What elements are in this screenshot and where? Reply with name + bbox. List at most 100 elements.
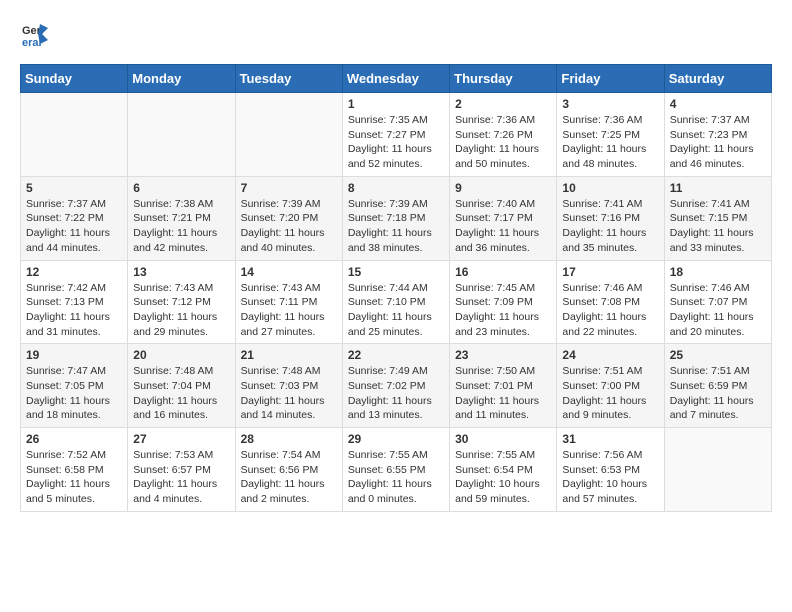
calendar-cell: 21 Sunrise: 7:48 AMSunset: 7:03 PMDaylig… bbox=[235, 344, 342, 428]
day-info: Sunrise: 7:42 AMSunset: 7:13 PMDaylight:… bbox=[26, 281, 122, 340]
day-number: 11 bbox=[670, 181, 766, 195]
calendar-cell: 11 Sunrise: 7:41 AMSunset: 7:15 PMDaylig… bbox=[664, 176, 771, 260]
day-info: Sunrise: 7:45 AMSunset: 7:09 PMDaylight:… bbox=[455, 281, 551, 340]
day-number: 4 bbox=[670, 97, 766, 111]
day-number: 13 bbox=[133, 265, 229, 279]
day-number: 7 bbox=[241, 181, 337, 195]
day-info: Sunrise: 7:37 AMSunset: 7:22 PMDaylight:… bbox=[26, 197, 122, 256]
day-number: 21 bbox=[241, 348, 337, 362]
weekday-header-saturday: Saturday bbox=[664, 65, 771, 93]
day-info: Sunrise: 7:51 AMSunset: 6:59 PMDaylight:… bbox=[670, 364, 766, 423]
calendar-body: 1 Sunrise: 7:35 AMSunset: 7:27 PMDayligh… bbox=[21, 93, 772, 512]
day-info: Sunrise: 7:49 AMSunset: 7:02 PMDaylight:… bbox=[348, 364, 444, 423]
calendar-cell: 9 Sunrise: 7:40 AMSunset: 7:17 PMDayligh… bbox=[450, 176, 557, 260]
day-info: Sunrise: 7:35 AMSunset: 7:27 PMDaylight:… bbox=[348, 113, 444, 172]
calendar-cell: 17 Sunrise: 7:46 AMSunset: 7:08 PMDaylig… bbox=[557, 260, 664, 344]
calendar-cell: 5 Sunrise: 7:37 AMSunset: 7:22 PMDayligh… bbox=[21, 176, 128, 260]
day-info: Sunrise: 7:39 AMSunset: 7:18 PMDaylight:… bbox=[348, 197, 444, 256]
day-info: Sunrise: 7:44 AMSunset: 7:10 PMDaylight:… bbox=[348, 281, 444, 340]
calendar-cell: 22 Sunrise: 7:49 AMSunset: 7:02 PMDaylig… bbox=[342, 344, 449, 428]
day-info: Sunrise: 7:40 AMSunset: 7:17 PMDaylight:… bbox=[455, 197, 551, 256]
calendar-cell: 12 Sunrise: 7:42 AMSunset: 7:13 PMDaylig… bbox=[21, 260, 128, 344]
calendar: SundayMondayTuesdayWednesdayThursdayFrid… bbox=[20, 64, 772, 512]
calendar-cell: 10 Sunrise: 7:41 AMSunset: 7:16 PMDaylig… bbox=[557, 176, 664, 260]
calendar-cell bbox=[128, 93, 235, 177]
calendar-cell: 13 Sunrise: 7:43 AMSunset: 7:12 PMDaylig… bbox=[128, 260, 235, 344]
day-info: Sunrise: 7:36 AMSunset: 7:25 PMDaylight:… bbox=[562, 113, 658, 172]
day-info: Sunrise: 7:36 AMSunset: 7:26 PMDaylight:… bbox=[455, 113, 551, 172]
day-number: 9 bbox=[455, 181, 551, 195]
weekday-header-tuesday: Tuesday bbox=[235, 65, 342, 93]
calendar-cell: 6 Sunrise: 7:38 AMSunset: 7:21 PMDayligh… bbox=[128, 176, 235, 260]
day-number: 8 bbox=[348, 181, 444, 195]
day-number: 18 bbox=[670, 265, 766, 279]
day-info: Sunrise: 7:47 AMSunset: 7:05 PMDaylight:… bbox=[26, 364, 122, 423]
day-number: 3 bbox=[562, 97, 658, 111]
week-row-4: 26 Sunrise: 7:52 AMSunset: 6:58 PMDaylig… bbox=[21, 428, 772, 512]
calendar-cell: 4 Sunrise: 7:37 AMSunset: 7:23 PMDayligh… bbox=[664, 93, 771, 177]
day-number: 30 bbox=[455, 432, 551, 446]
calendar-cell: 28 Sunrise: 7:54 AMSunset: 6:56 PMDaylig… bbox=[235, 428, 342, 512]
day-info: Sunrise: 7:43 AMSunset: 7:11 PMDaylight:… bbox=[241, 281, 337, 340]
day-number: 2 bbox=[455, 97, 551, 111]
day-info: Sunrise: 7:48 AMSunset: 7:04 PMDaylight:… bbox=[133, 364, 229, 423]
day-info: Sunrise: 7:48 AMSunset: 7:03 PMDaylight:… bbox=[241, 364, 337, 423]
day-number: 5 bbox=[26, 181, 122, 195]
day-number: 27 bbox=[133, 432, 229, 446]
day-number: 19 bbox=[26, 348, 122, 362]
day-number: 25 bbox=[670, 348, 766, 362]
week-row-2: 12 Sunrise: 7:42 AMSunset: 7:13 PMDaylig… bbox=[21, 260, 772, 344]
day-number: 10 bbox=[562, 181, 658, 195]
calendar-cell: 27 Sunrise: 7:53 AMSunset: 6:57 PMDaylig… bbox=[128, 428, 235, 512]
weekday-header-monday: Monday bbox=[128, 65, 235, 93]
day-info: Sunrise: 7:52 AMSunset: 6:58 PMDaylight:… bbox=[26, 448, 122, 507]
logo: Gen eral bbox=[20, 20, 52, 48]
calendar-cell: 19 Sunrise: 7:47 AMSunset: 7:05 PMDaylig… bbox=[21, 344, 128, 428]
calendar-cell: 25 Sunrise: 7:51 AMSunset: 6:59 PMDaylig… bbox=[664, 344, 771, 428]
day-info: Sunrise: 7:46 AMSunset: 7:08 PMDaylight:… bbox=[562, 281, 658, 340]
calendar-cell bbox=[235, 93, 342, 177]
day-info: Sunrise: 7:38 AMSunset: 7:21 PMDaylight:… bbox=[133, 197, 229, 256]
calendar-cell: 29 Sunrise: 7:55 AMSunset: 6:55 PMDaylig… bbox=[342, 428, 449, 512]
calendar-cell: 7 Sunrise: 7:39 AMSunset: 7:20 PMDayligh… bbox=[235, 176, 342, 260]
week-row-0: 1 Sunrise: 7:35 AMSunset: 7:27 PMDayligh… bbox=[21, 93, 772, 177]
day-info: Sunrise: 7:55 AMSunset: 6:54 PMDaylight:… bbox=[455, 448, 551, 507]
day-info: Sunrise: 7:51 AMSunset: 7:00 PMDaylight:… bbox=[562, 364, 658, 423]
calendar-cell: 26 Sunrise: 7:52 AMSunset: 6:58 PMDaylig… bbox=[21, 428, 128, 512]
day-number: 22 bbox=[348, 348, 444, 362]
weekday-header-row: SundayMondayTuesdayWednesdayThursdayFrid… bbox=[21, 65, 772, 93]
calendar-cell: 31 Sunrise: 7:56 AMSunset: 6:53 PMDaylig… bbox=[557, 428, 664, 512]
day-number: 31 bbox=[562, 432, 658, 446]
day-info: Sunrise: 7:50 AMSunset: 7:01 PMDaylight:… bbox=[455, 364, 551, 423]
week-row-3: 19 Sunrise: 7:47 AMSunset: 7:05 PMDaylig… bbox=[21, 344, 772, 428]
day-number: 14 bbox=[241, 265, 337, 279]
day-number: 16 bbox=[455, 265, 551, 279]
day-info: Sunrise: 7:43 AMSunset: 7:12 PMDaylight:… bbox=[133, 281, 229, 340]
day-number: 28 bbox=[241, 432, 337, 446]
calendar-cell: 20 Sunrise: 7:48 AMSunset: 7:04 PMDaylig… bbox=[128, 344, 235, 428]
weekday-header-friday: Friday bbox=[557, 65, 664, 93]
day-number: 29 bbox=[348, 432, 444, 446]
calendar-cell: 16 Sunrise: 7:45 AMSunset: 7:09 PMDaylig… bbox=[450, 260, 557, 344]
calendar-cell: 2 Sunrise: 7:36 AMSunset: 7:26 PMDayligh… bbox=[450, 93, 557, 177]
weekday-header-wednesday: Wednesday bbox=[342, 65, 449, 93]
calendar-cell: 8 Sunrise: 7:39 AMSunset: 7:18 PMDayligh… bbox=[342, 176, 449, 260]
day-number: 12 bbox=[26, 265, 122, 279]
calendar-cell bbox=[664, 428, 771, 512]
calendar-cell bbox=[21, 93, 128, 177]
calendar-cell: 14 Sunrise: 7:43 AMSunset: 7:11 PMDaylig… bbox=[235, 260, 342, 344]
day-info: Sunrise: 7:55 AMSunset: 6:55 PMDaylight:… bbox=[348, 448, 444, 507]
svg-text:eral: eral bbox=[22, 37, 42, 48]
logo-icon: Gen eral bbox=[20, 20, 48, 48]
day-info: Sunrise: 7:37 AMSunset: 7:23 PMDaylight:… bbox=[670, 113, 766, 172]
day-number: 15 bbox=[348, 265, 444, 279]
calendar-cell: 15 Sunrise: 7:44 AMSunset: 7:10 PMDaylig… bbox=[342, 260, 449, 344]
day-number: 24 bbox=[562, 348, 658, 362]
day-number: 26 bbox=[26, 432, 122, 446]
day-number: 20 bbox=[133, 348, 229, 362]
weekday-header-sunday: Sunday bbox=[21, 65, 128, 93]
calendar-cell: 3 Sunrise: 7:36 AMSunset: 7:25 PMDayligh… bbox=[557, 93, 664, 177]
day-info: Sunrise: 7:41 AMSunset: 7:16 PMDaylight:… bbox=[562, 197, 658, 256]
day-number: 6 bbox=[133, 181, 229, 195]
calendar-cell: 1 Sunrise: 7:35 AMSunset: 7:27 PMDayligh… bbox=[342, 93, 449, 177]
